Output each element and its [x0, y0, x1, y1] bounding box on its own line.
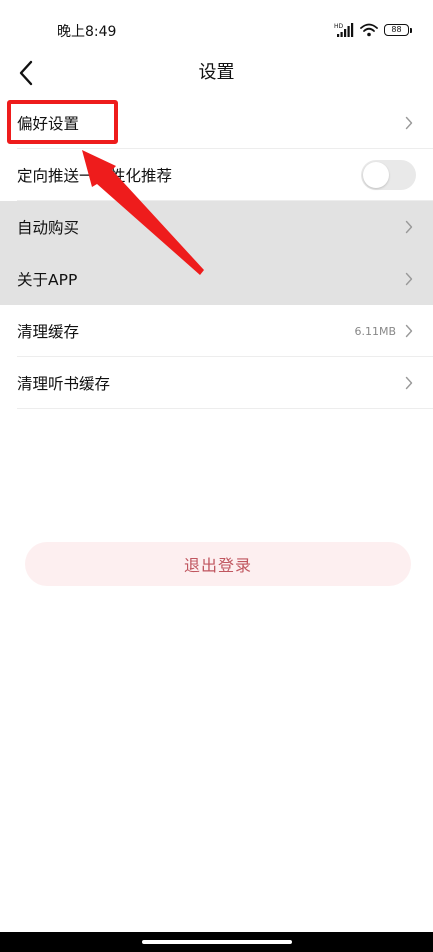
signal-label: HD: [334, 23, 344, 30]
page-title: 设置: [198, 62, 235, 83]
home-indicator[interactable]: [142, 940, 292, 944]
status-icons: HD 88: [334, 22, 412, 38]
chevron-right-icon: [402, 376, 416, 390]
signal-icon: HD: [334, 23, 354, 37]
wifi-icon: [360, 23, 378, 37]
preferences-row[interactable]: 偏好设置: [0, 97, 433, 149]
row-label: 关于APP: [17, 271, 78, 289]
logout-button[interactable]: 退出登录: [25, 542, 411, 586]
personalized-push-row: 定向推送一个性化推荐: [0, 149, 433, 201]
cache-size: 6.11MB: [354, 324, 396, 338]
row-label: 定向推送一个性化推荐: [17, 167, 173, 185]
clear-audiobook-cache-row[interactable]: 清理听书缓存: [0, 357, 433, 409]
chevron-right-icon: [402, 220, 416, 234]
personalized-push-toggle[interactable]: [361, 160, 416, 190]
chevron-right-icon: [402, 116, 416, 130]
chevron-right-icon: [402, 324, 416, 338]
divider: [17, 408, 433, 409]
battery-icon: 88: [384, 24, 412, 36]
status-time: 晚上8:49: [57, 24, 117, 40]
about-app-row[interactable]: 关于APP: [0, 253, 433, 305]
header: 设置: [0, 50, 433, 96]
settings-list: 偏好设置 定向推送一个性化推荐 自动购买 关于APP 清理缓存 6.11MB 清…: [0, 97, 433, 409]
auto-purchase-row[interactable]: 自动购买: [0, 201, 433, 253]
clear-cache-row[interactable]: 清理缓存 6.11MB: [0, 305, 433, 357]
toggle-knob: [363, 162, 389, 188]
row-label: 清理缓存: [17, 323, 80, 341]
chevron-right-icon: [402, 272, 416, 286]
row-label: 偏好设置: [17, 115, 80, 133]
navigation-bar: [0, 932, 433, 952]
row-label: 自动购买: [17, 219, 80, 237]
row-label: 清理听书缓存: [17, 375, 111, 393]
battery-level: 88: [391, 25, 402, 34]
